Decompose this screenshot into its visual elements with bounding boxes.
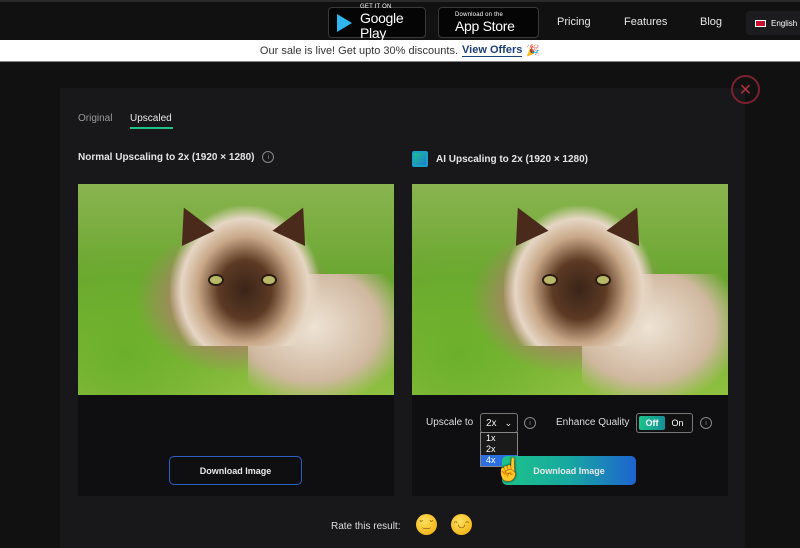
ai-result-card <box>412 184 728 496</box>
ai-upscale-icon <box>412 151 428 167</box>
sad-face-icon[interactable]: ˘‿˘ <box>416 514 437 535</box>
upscale-select[interactable]: 2x ⌄ <box>480 413 518 433</box>
grin-face-icon[interactable]: ᵔ◡ᵔ <box>451 514 472 535</box>
download-normal-button[interactable]: Download Image <box>169 456 302 485</box>
toggle-off[interactable]: Off <box>639 416 665 430</box>
info-icon[interactable]: i <box>262 151 275 163</box>
upscale-value: 2x <box>486 417 497 429</box>
normal-result-card <box>78 184 394 496</box>
option-1x[interactable]: 1x <box>481 433 517 444</box>
top-navbar: GET IT ON Google Play Download on the Ap… <box>0 0 800 41</box>
active-tab-indicator <box>130 127 173 129</box>
language-label: English <box>771 18 798 28</box>
sale-banner: Our sale is live! Get upto 30% discounts… <box>0 40 800 62</box>
enhance-quality-toggle[interactable]: Off On <box>636 413 693 433</box>
normal-heading-text: Normal Upscaling to 2x (1920 × 1280) <box>78 151 255 163</box>
enhance-info-icon[interactable]: i <box>700 417 712 429</box>
chevron-down-icon: ⌄ <box>504 417 513 428</box>
tab-original[interactable]: Original <box>78 113 112 124</box>
view-offers-link[interactable]: View Offers <box>462 44 523 57</box>
ai-upscaled-image <box>412 184 728 395</box>
app-store-button[interactable]: Download on the App Store <box>438 7 539 38</box>
banner-text: Our sale is live! Get upto 30% discounts… <box>259 44 459 57</box>
google-play-icon <box>337 13 352 32</box>
rate-label: Rate this result: <box>331 521 401 532</box>
normal-upscale-heading: Normal Upscaling to 2x (1920 × 1280) i <box>78 151 275 163</box>
google-play-button[interactable]: GET IT ON Google Play <box>328 4 426 41</box>
hand-cursor-icon: ☝ <box>495 457 523 482</box>
normal-upscaled-image <box>78 184 394 395</box>
nav-blog[interactable]: Blog <box>700 16 722 28</box>
toggle-on[interactable]: On <box>665 416 690 430</box>
uk-flag-icon <box>755 19 766 27</box>
option-2x[interactable]: 2x <box>481 444 517 455</box>
app-store-big: App Store <box>455 17 515 34</box>
ai-heading-text: AI Upscaling to 2x (1920 × 1280) <box>436 153 589 165</box>
tab-upscaled[interactable]: Upscaled <box>130 113 172 124</box>
google-play-big: Google Play <box>360 10 404 41</box>
nav-features[interactable]: Features <box>624 16 667 28</box>
enhance-quality-label: Enhance Quality <box>556 417 630 428</box>
nav-pricing[interactable]: Pricing <box>557 16 591 28</box>
language-selector[interactable]: English <box>746 11 800 35</box>
party-icon: 🎉 <box>526 45 541 57</box>
ai-upscale-heading: AI Upscaling to 2x (1920 × 1280) <box>412 151 588 167</box>
close-icon[interactable]: ✕ <box>731 75 760 104</box>
upscale-info-icon[interactable]: i <box>524 417 536 429</box>
upscale-to-label: Upscale to <box>426 417 474 428</box>
